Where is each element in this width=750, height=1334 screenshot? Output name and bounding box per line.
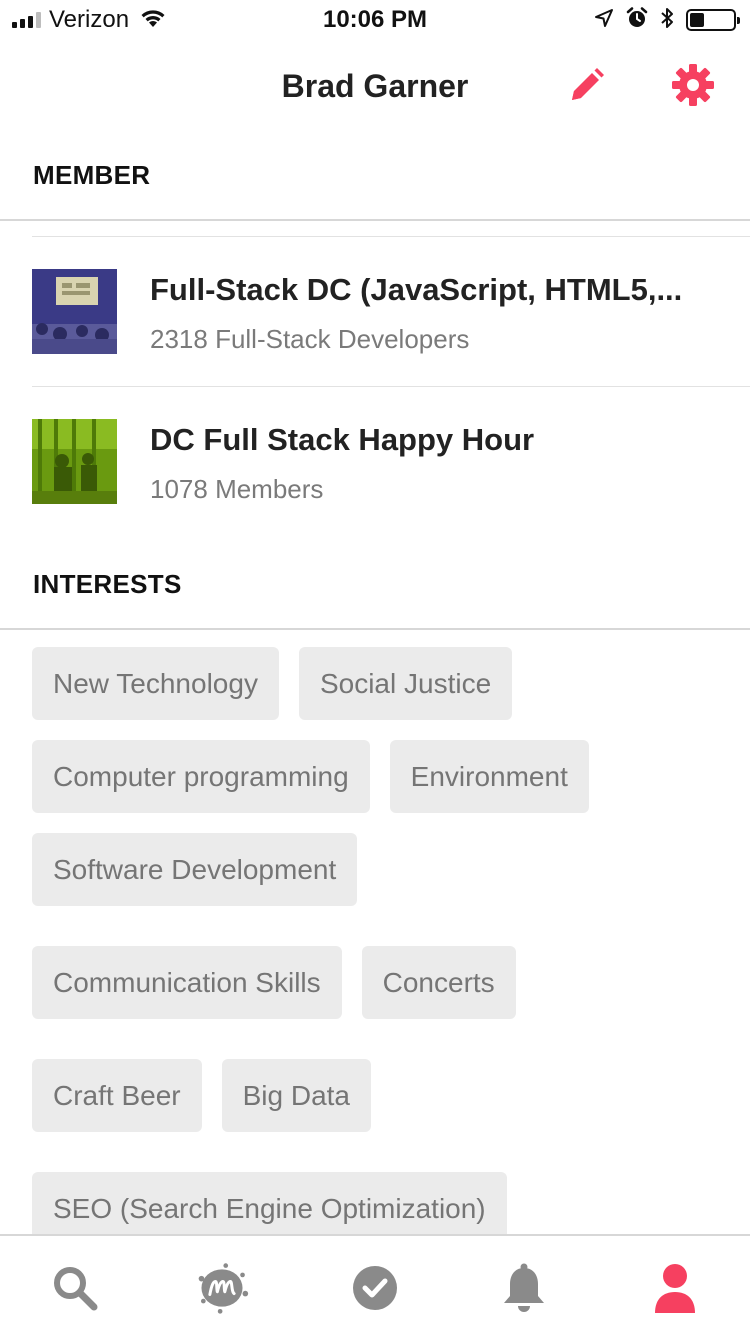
- meetup-logo-icon: [198, 1263, 249, 1314]
- checkmark-circle-icon: [353, 1266, 397, 1310]
- interest-chip[interactable]: Big Data: [221, 1059, 372, 1132]
- list-divider: [32, 386, 750, 387]
- interest-chip[interactable]: Social Justice: [298, 647, 513, 720]
- interests-list: New Technology Social Justice Computer p…: [32, 647, 732, 1245]
- tab-home[interactable]: [194, 1260, 250, 1316]
- interests-heading: INTERESTS: [33, 569, 182, 599]
- bluetooth-icon: [660, 6, 674, 35]
- status-bar: Verizon 10:06 PM: [0, 0, 750, 40]
- tab-notifications[interactable]: [496, 1260, 552, 1316]
- list-divider: [32, 236, 750, 237]
- interest-chip[interactable]: Computer programming: [32, 740, 370, 813]
- profile-header: Brad Garner: [0, 50, 750, 120]
- search-icon: [54, 1267, 98, 1311]
- group-photo: [32, 419, 117, 504]
- alarm-icon: [626, 6, 648, 34]
- profile-icon: [655, 1264, 695, 1313]
- interests-divider: [0, 628, 750, 630]
- member-divider: [0, 219, 750, 221]
- bottom-tab-bar: [0, 1234, 750, 1334]
- pencil-icon: [572, 68, 604, 100]
- location-arrow-icon: [594, 8, 614, 33]
- page-title: Brad Garner: [281, 68, 469, 104]
- tab-calendar[interactable]: [347, 1260, 403, 1316]
- interest-chip[interactable]: Communication Skills: [32, 946, 342, 1019]
- bell-icon: [504, 1263, 544, 1312]
- settings-button[interactable]: [668, 60, 718, 110]
- edit-profile-button[interactable]: [562, 62, 610, 110]
- member-heading: MEMBER: [33, 160, 151, 190]
- group-member-count: 1078 Members: [150, 474, 324, 504]
- interest-chip[interactable]: Software Development: [32, 833, 358, 906]
- interest-chip[interactable]: Craft Beer: [32, 1059, 202, 1132]
- group-photo: [32, 269, 117, 354]
- gear-icon: [672, 64, 714, 106]
- interest-chip[interactable]: Environment: [389, 740, 589, 813]
- status-right: [594, 6, 740, 35]
- group-member-count: 2318 Full-Stack Developers: [150, 324, 470, 354]
- battery-icon: [686, 9, 740, 31]
- interest-chip[interactable]: Concerts: [361, 946, 516, 1019]
- group-row-full-stack-dc[interactable]: Full-Stack DC (JavaScript, HTML5,... 231…: [32, 269, 732, 359]
- group-row-dc-happy-hour[interactable]: DC Full Stack Happy Hour 1078 Members: [32, 419, 732, 509]
- interest-chip[interactable]: New Technology: [32, 647, 279, 720]
- tab-profile[interactable]: [647, 1260, 703, 1316]
- group-name: DC Full Stack Happy Hour: [150, 422, 535, 457]
- group-name: Full-Stack DC (JavaScript, HTML5,...: [150, 272, 683, 307]
- tab-search[interactable]: [47, 1260, 103, 1316]
